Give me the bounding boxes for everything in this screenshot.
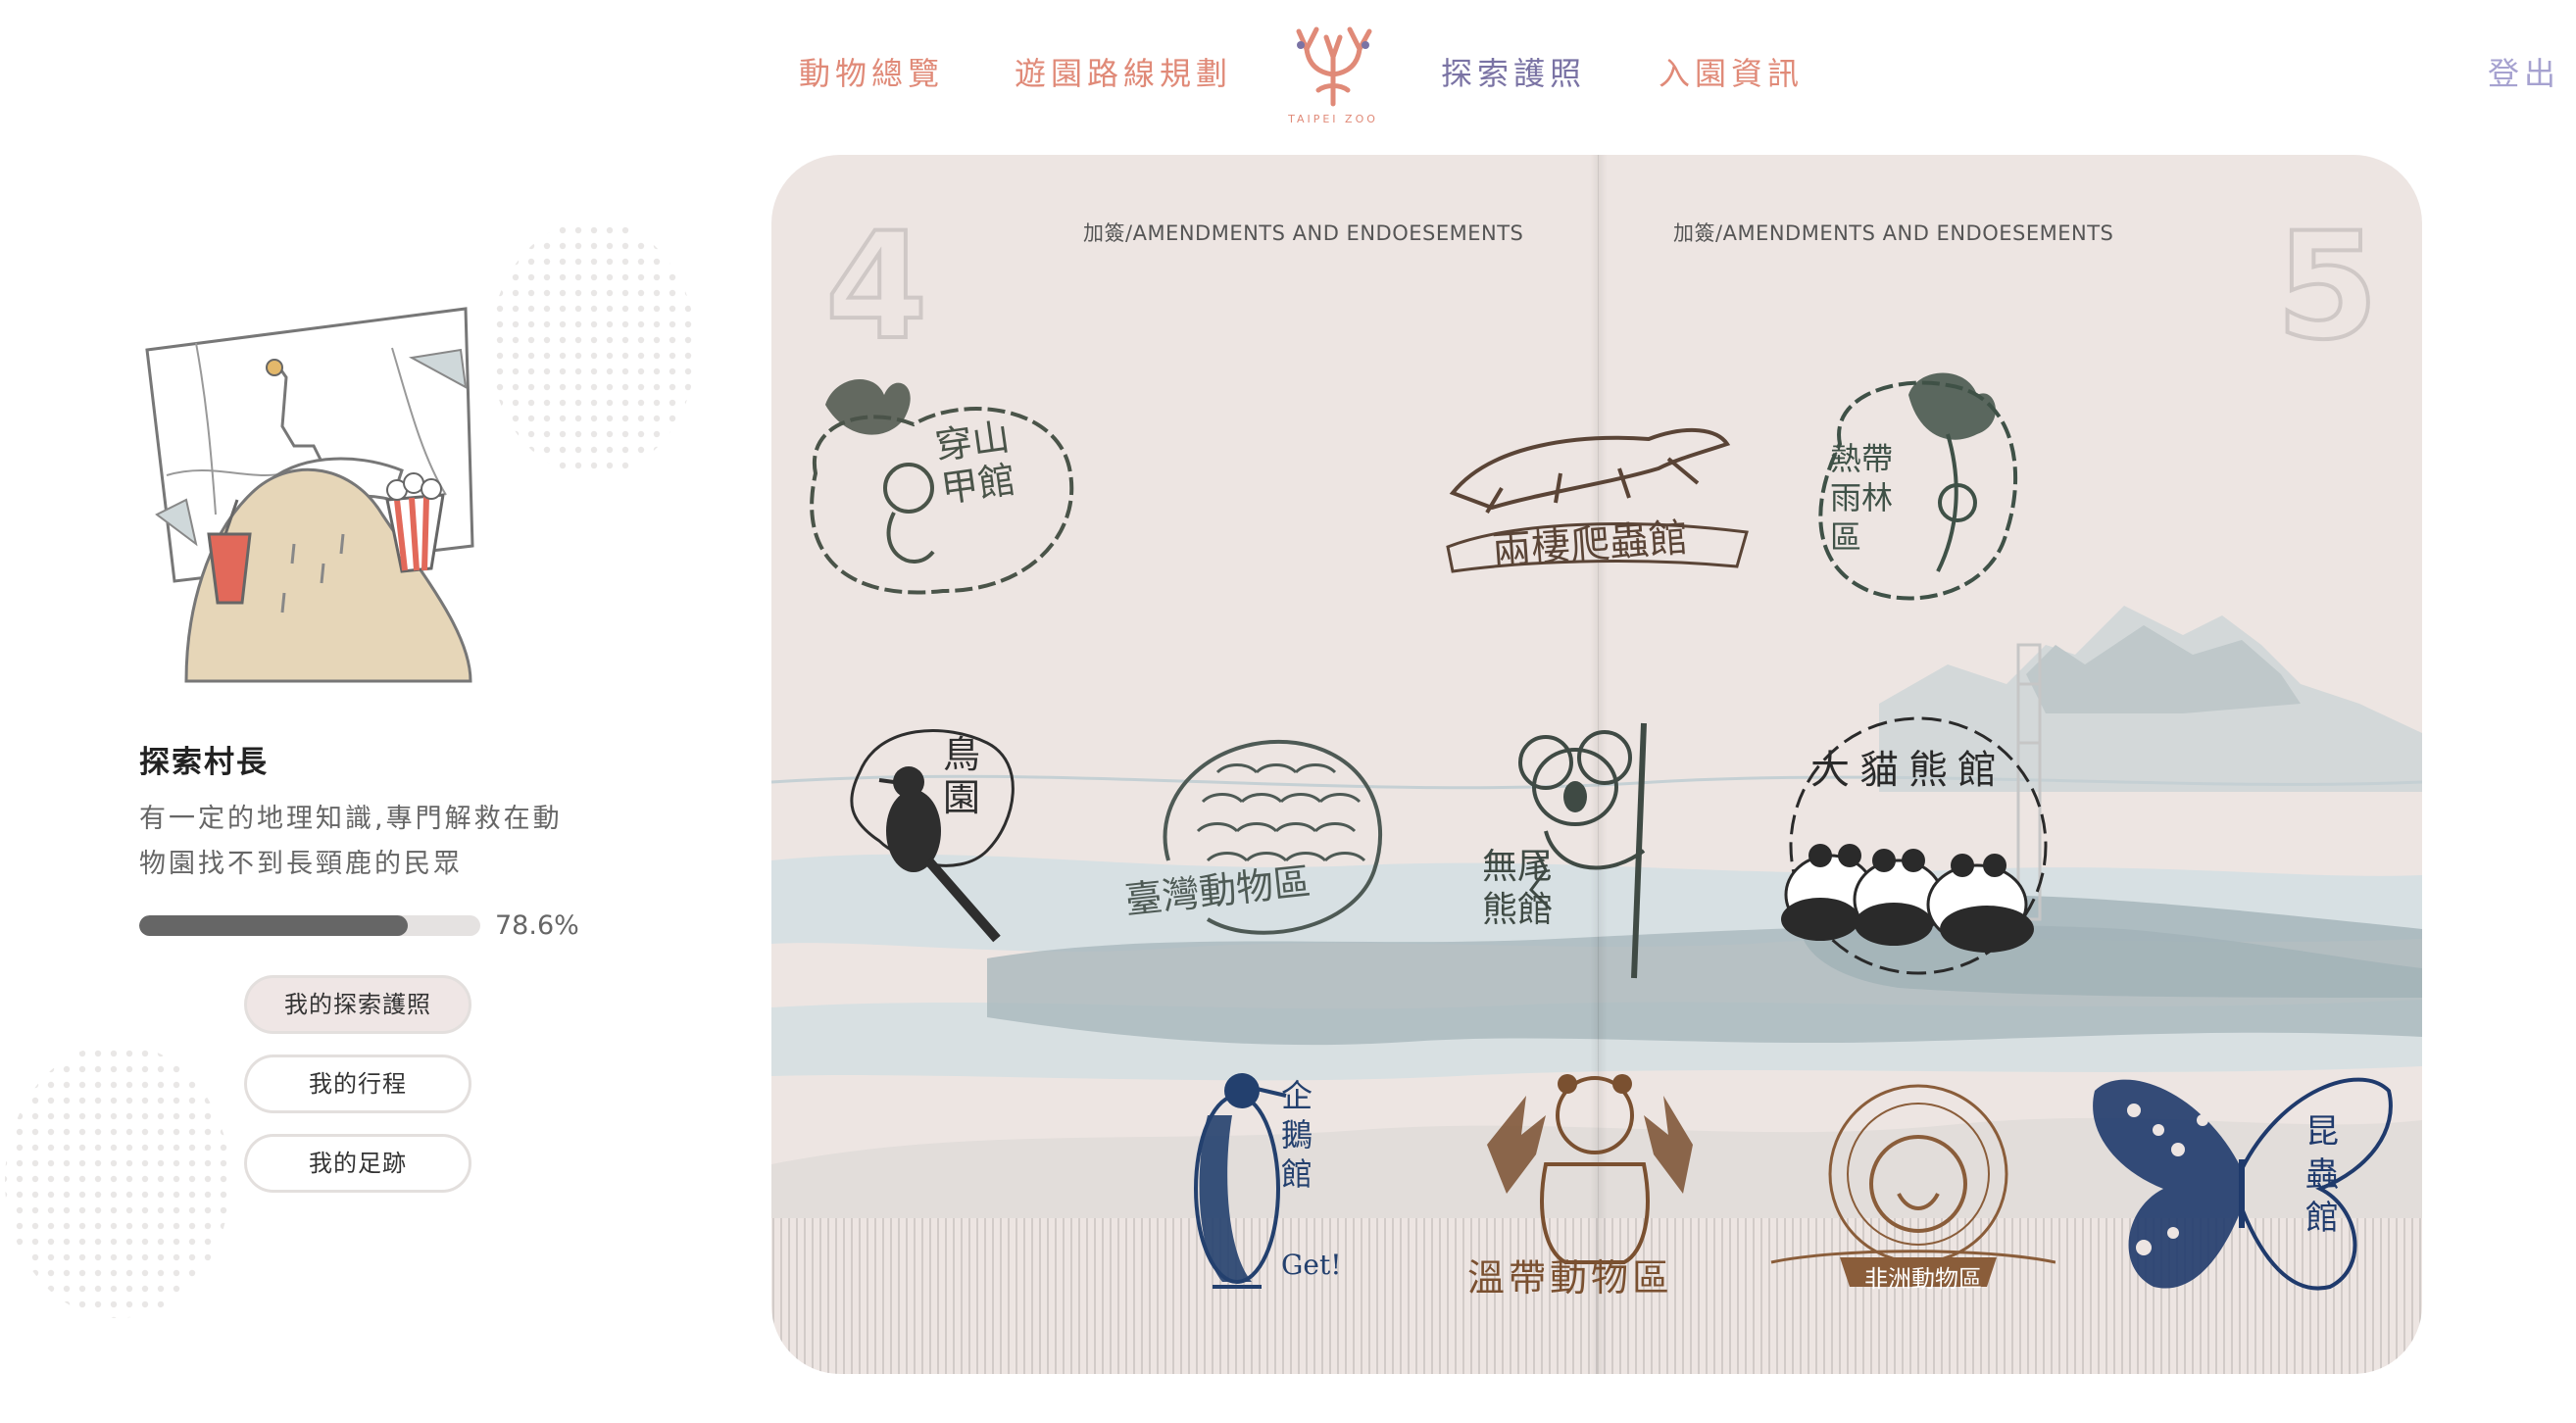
stamp-tropical-rainforest[interactable]: 熱帶雨林區 [1801, 356, 2026, 611]
stamp-label: 熱帶雨林區 [1830, 440, 1894, 556]
nav-animal-overview[interactable]: 動物總覽 [799, 49, 944, 94]
stamp-amphibian-reptile-house[interactable]: 兩棲爬蟲館 [1433, 385, 1757, 581]
nav-explore-passport[interactable]: 探索護照 [1441, 49, 1586, 94]
logout-link[interactable]: 登出 [2488, 49, 2560, 94]
butterfly-stamp-icon [2093, 1077, 2393, 1291]
avatar-illustration [145, 307, 474, 683]
stamp-get-label: Get! [1281, 1249, 1342, 1281]
stamp-koala-house[interactable]: 無尾熊館 [1477, 704, 1693, 998]
stamp-label: 無尾熊館 [1482, 847, 1554, 930]
nav-route-planning[interactable]: 遊園路線規劃 [1015, 49, 1232, 94]
progress-fill [139, 915, 408, 936]
left-page-header: 加簽/AMENDMENTS AND ENDOESEMENTS [1083, 221, 1524, 245]
pangolin-scales-stamp-icon [1163, 739, 1383, 935]
stamp-insect-house[interactable]: 昆蟲館 [2085, 1052, 2408, 1316]
stamp-label: 鳥園 [943, 733, 981, 819]
exploration-progress-bar [139, 915, 480, 936]
stamp-giant-panda-house[interactable]: 大貓熊館 [1752, 709, 2075, 983]
top-nav: 動物總覽 遊園路線規劃 TAIPEI ZOO 探索護照 入園資訊 登出 [0, 0, 2576, 147]
profile-title: 探索村長 [139, 745, 269, 780]
progress-percentage: 78.6% [495, 910, 579, 941]
stamp-label: 昆蟲館 [2305, 1112, 2339, 1238]
stamp-label: 企鵝館 [1281, 1077, 1313, 1193]
stamp-label: 穿山甲館 [932, 415, 1018, 512]
stamp-temperate-animal-area[interactable]: 溫帶動物區 [1467, 1056, 1722, 1311]
stamp-bird-garden[interactable]: 鳥園 [840, 713, 1036, 958]
my-passport-button[interactable]: 我的探索護照 [244, 975, 471, 1034]
profile-description: 有一定的地理知識,專門解救在動物園找不到長頸鹿的民眾 [139, 804, 563, 879]
nav-visit-info[interactable]: 入園資訊 [1659, 49, 1804, 94]
magpie-stamp-icon [850, 729, 1015, 943]
my-footprints-button[interactable]: 我的足跡 [244, 1134, 471, 1193]
stamp-taiwan-animal-area[interactable]: 臺灣動物區 [1110, 713, 1404, 968]
zoo-logo-icon [1296, 26, 1372, 107]
left-page-number: 4 [823, 202, 929, 372]
decorative-dots [5, 1044, 230, 1318]
stamp-african-animal-area[interactable]: 非洲動物區 [1761, 1066, 2056, 1311]
stamp-label: 非洲動物區 [1864, 1265, 1982, 1293]
my-itinerary-button[interactable]: 我的行程 [244, 1055, 471, 1113]
stamp-pangolin-house[interactable]: 穿山甲館 [786, 366, 1090, 611]
logo-text: TAIPEI ZOO [1288, 113, 1378, 125]
stamp-label: 大貓熊館 [1810, 748, 2006, 793]
stamp-label: 溫帶動物區 [1467, 1256, 1674, 1300]
stamp-penguin-house[interactable]: 企鵝館 Get! [1183, 1056, 1342, 1311]
pangolin-stamp-icon [810, 378, 1074, 595]
explore-passport-book: 4 5 加簽/AMENDMENTS AND ENDOESEMENTS 加簽/AM… [771, 155, 2422, 1374]
taipei-zoo-logo[interactable]: TAIPEI ZOO [1279, 18, 1387, 125]
right-page-number: 5 [2274, 202, 2380, 372]
right-page-header: 加簽/AMENDMENTS AND ENDOESEMENTS [1673, 221, 2114, 245]
